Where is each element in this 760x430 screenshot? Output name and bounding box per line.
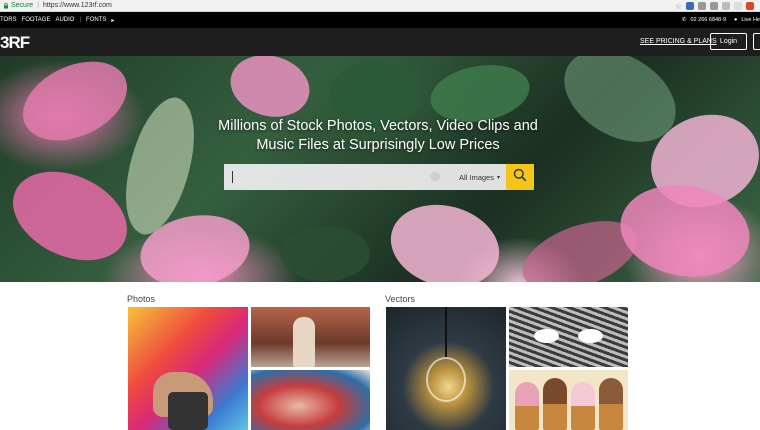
person-shape	[293, 317, 315, 367]
hero-headline: Millions of Stock Photos, Vectors, Video…	[200, 117, 556, 155]
vectors-section-title: Vectors	[385, 294, 416, 304]
leaf-decoration	[10, 56, 140, 156]
caret-right-icon: ▸	[111, 17, 115, 24]
live-help-link[interactable]: Live He	[741, 17, 760, 23]
search-icon	[513, 168, 527, 187]
spray-can-shape	[168, 392, 208, 430]
signup-button[interactable]	[753, 33, 760, 50]
top-nav-item[interactable]: TORS	[0, 17, 17, 23]
pricing-link[interactable]: SEE PRICING & PLANS	[640, 38, 717, 45]
text-cursor	[232, 171, 233, 183]
chat-icon: ●	[734, 17, 738, 23]
photo-tile-woman-street[interactable]	[251, 307, 370, 367]
login-button[interactable]: Login	[710, 33, 747, 50]
icecream-cone	[599, 378, 623, 430]
extension-icon[interactable]	[746, 2, 754, 10]
site-logo[interactable]: 3RF	[0, 33, 30, 53]
dropdown-caret-icon: ▾	[496, 174, 500, 181]
icecream-cone	[515, 382, 539, 430]
photos-section-title: Photos	[127, 294, 156, 304]
top-nav-item[interactable]: AUDIO	[55, 17, 74, 23]
vector-tile-owl[interactable]	[509, 307, 628, 367]
leaf-decoration	[223, 56, 317, 126]
address-separator: |	[37, 2, 40, 9]
search-bar: All Images ▾	[224, 164, 534, 190]
hero-headline-line2: Music Files at Surprisingly Low Prices	[256, 137, 500, 153]
top-nav-item[interactable]: FONTS	[86, 17, 106, 23]
bulb-wire	[445, 307, 447, 357]
bulb-glass	[426, 357, 466, 402]
extension-icon[interactable]	[686, 2, 694, 10]
icecream-cone	[571, 382, 595, 430]
vector-tile-icecream[interactable]	[509, 370, 628, 430]
leaf-decoration	[0, 154, 142, 278]
url-field[interactable]: https://www.123rf.com	[43, 2, 112, 9]
search-input[interactable]: All Images ▾	[224, 164, 506, 190]
owl-eye-left	[534, 329, 559, 343]
search-button[interactable]	[506, 164, 534, 190]
photo-tile-spraypaint[interactable]	[128, 307, 248, 430]
hero-headline-line1: Millions of Stock Photos, Vectors, Video…	[218, 118, 538, 134]
browser-address-bar: Secure | https://www.123rf.com ☆	[0, 0, 760, 12]
extension-icon[interactable]	[698, 2, 706, 10]
secure-label: Secure	[11, 2, 34, 9]
top-nav: TORS FOOTAGE AUDIO | FONTS ▸	[0, 17, 114, 24]
nav-divider: |	[79, 17, 82, 23]
extension-icon[interactable]	[734, 2, 742, 10]
top-strip-right: ✆ 02 266 6848-9 ● Live He	[682, 12, 760, 28]
leaf-decoration	[381, 193, 509, 282]
phone-icon: ✆	[681, 17, 687, 23]
vector-tile-lightbulb[interactable]	[386, 307, 506, 430]
photo-tile-food[interactable]	[251, 370, 370, 430]
leaf-decoration	[280, 226, 370, 281]
camera-icon[interactable]	[430, 172, 440, 181]
extension-icon[interactable]	[710, 2, 718, 10]
search-type-dropdown[interactable]: All Images ▾	[459, 164, 500, 190]
search-type-label: All Images	[458, 172, 494, 182]
browser-extensions: ☆	[675, 0, 760, 12]
icecream-cone	[543, 378, 567, 430]
extension-icon[interactable]	[722, 2, 730, 10]
hero-banner: Millions of Stock Photos, Vectors, Video…	[0, 56, 760, 282]
top-nav-item[interactable]: FOOTAGE	[22, 17, 51, 23]
star-icon[interactable]: ☆	[675, 2, 682, 11]
phone-number[interactable]: 02 266 6848-9	[691, 17, 726, 23]
top-strip: TORS FOOTAGE AUDIO | FONTS ▸ ✆ 02 266 68…	[0, 12, 760, 28]
owl-eye-right	[578, 329, 603, 343]
lock-icon	[3, 2, 9, 9]
site-header: 3RF SEE PRICING & PLANS Login	[0, 28, 760, 56]
